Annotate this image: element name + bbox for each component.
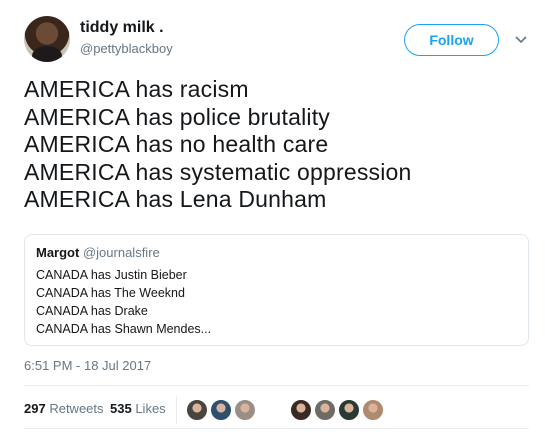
- divider: [24, 385, 529, 386]
- tweet-line: AMERICA has police brutality: [24, 103, 331, 130]
- retweets-count: 297: [24, 401, 46, 416]
- stats-separator: [176, 396, 177, 424]
- tweet-line: AMERICA has racism: [24, 76, 249, 102]
- quoted-line: CANADA has The Weeknd: [36, 286, 185, 300]
- tweet-text: AMERICA has racism AMERICA has police br…: [24, 76, 534, 214]
- retweets-label: Retweets: [49, 401, 104, 416]
- liker-avatar-3[interactable]: [234, 399, 256, 421]
- chevron-down-icon[interactable]: [512, 31, 530, 49]
- retweets-stat[interactable]: 297 Retweets: [24, 401, 104, 416]
- quoted-tweet[interactable]: Margot @journalsfire CANADA has Justin B…: [24, 234, 529, 346]
- follow-button[interactable]: Follow: [404, 24, 499, 56]
- tweet-header: tiddy milk . @pettyblackboy Follow: [24, 16, 535, 64]
- author-handle[interactable]: @pettyblackboy: [80, 41, 173, 56]
- quoted-tweet-text: CANADA has Justin Bieber CANADA has The …: [36, 266, 517, 338]
- liker-avatar-4[interactable]: [290, 399, 312, 421]
- liker-avatar-1[interactable]: [186, 399, 208, 421]
- liker-avatar-2[interactable]: [210, 399, 232, 421]
- quoted-line: CANADA has Drake: [36, 304, 148, 318]
- liker-avatar-7[interactable]: [362, 399, 384, 421]
- quoted-tweet-header: Margot @journalsfire: [36, 245, 517, 261]
- quoted-author-handle: @journalsfire: [82, 245, 160, 260]
- tweet-line: AMERICA has no health care: [24, 131, 329, 157]
- divider: [24, 428, 529, 429]
- author-name[interactable]: tiddy milk .: [80, 19, 164, 37]
- author-avatar[interactable]: [24, 16, 70, 62]
- tweet-timestamp[interactable]: 6:51 PM - 18 Jul 2017: [24, 358, 151, 373]
- likes-label: Likes: [135, 401, 166, 416]
- tweet-line: AMERICA has systematic oppression: [24, 158, 412, 185]
- liker-avatar-5[interactable]: [314, 399, 336, 421]
- quoted-line: CANADA has Shawn Mendes...: [36, 322, 212, 336]
- likes-count: 535: [110, 401, 132, 416]
- tweet-line: AMERICA has Lena Dunham: [24, 186, 327, 212]
- quoted-author-name: Margot: [36, 245, 80, 260]
- likes-stat[interactable]: 535 Likes: [110, 401, 166, 416]
- liker-avatar-6[interactable]: [338, 399, 360, 421]
- tweet-stats: 297 Retweets 535 Likes: [24, 392, 529, 428]
- quoted-line: CANADA has Justin Bieber: [36, 268, 187, 282]
